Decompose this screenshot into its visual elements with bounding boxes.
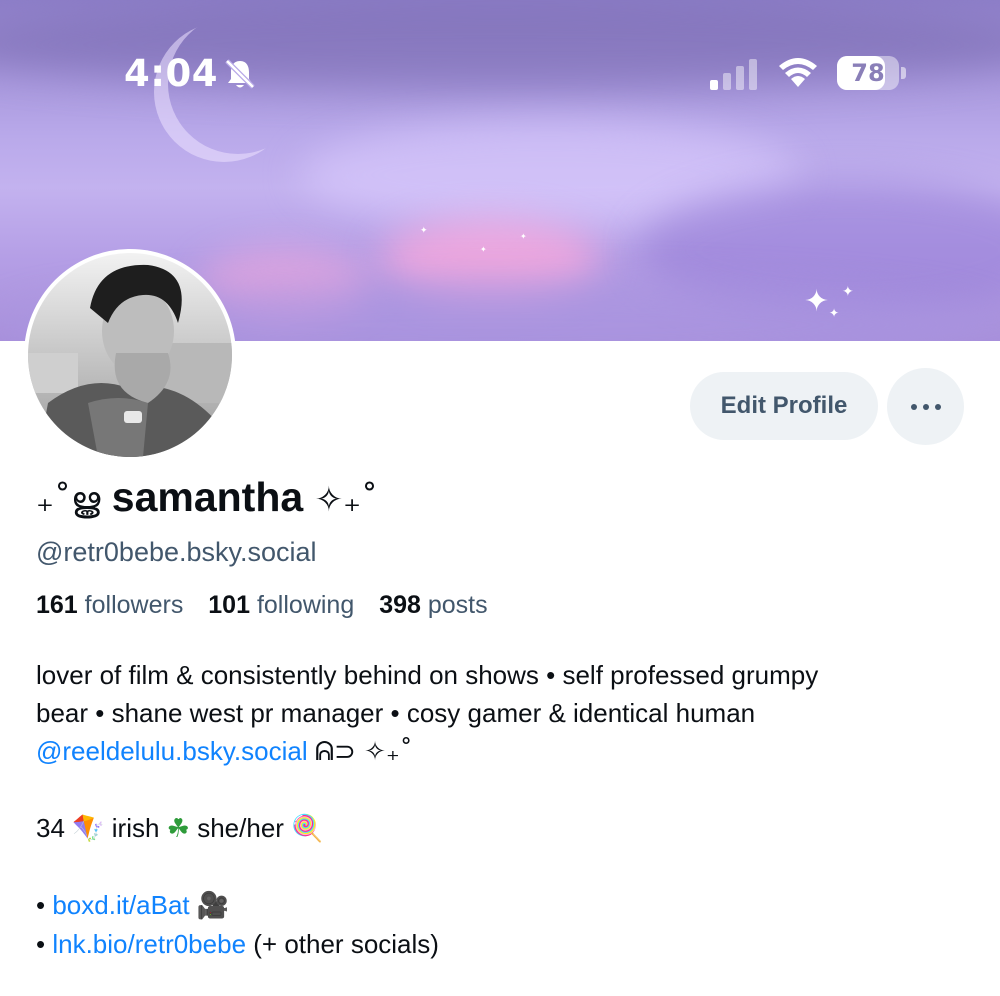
followers-label: followers bbox=[84, 591, 184, 619]
display-name-text: samantha bbox=[111, 474, 304, 520]
display-name-suffix: ✧₊˚ bbox=[314, 480, 379, 520]
display-name-prefix: ₊˚ൠ bbox=[36, 480, 101, 520]
sparkle-icon: ✦ bbox=[804, 284, 830, 319]
bell-slash-icon bbox=[225, 59, 255, 89]
bio-link-line: • lnk.bio/retr0bebe (+ other socials) bbox=[36, 925, 976, 963]
followers-count: 161 bbox=[36, 591, 78, 619]
display-name: ₊˚ൠ samantha ✧₊˚ bbox=[36, 474, 378, 521]
wifi-icon bbox=[779, 58, 817, 87]
bio-mention-line: @reeldelulu.bsky.social ᕱ⊃ ✧₊˚ bbox=[36, 732, 976, 771]
battery-percentage: 78 bbox=[851, 59, 885, 87]
following-count: 101 bbox=[208, 591, 250, 619]
more-options-button[interactable] bbox=[887, 368, 964, 445]
sparkle-icon: ✦ bbox=[829, 306, 840, 320]
bio-line: lover of film & consistently behind on s… bbox=[36, 660, 819, 690]
profile-bio: lover of film & consistently behind on s… bbox=[36, 656, 976, 963]
battery-cap bbox=[901, 67, 906, 79]
posts-label: posts bbox=[427, 591, 488, 619]
bio-info-line: 34 🪁 irish ☘ she/her 🍭 bbox=[36, 809, 976, 848]
edit-profile-button[interactable]: Edit Profile bbox=[690, 372, 878, 440]
sparkle-icon: ✦ bbox=[480, 245, 487, 254]
bio-link-line: • boxd.it/aBat 🎥 bbox=[36, 886, 976, 925]
posts-count: 398 bbox=[379, 591, 421, 619]
avatar[interactable] bbox=[24, 249, 236, 461]
age-text: 34 bbox=[36, 813, 65, 843]
battery-icon: 78 bbox=[837, 56, 899, 90]
kite-icon: 🪁 bbox=[72, 814, 105, 844]
posts-stat: 398 posts bbox=[379, 591, 505, 619]
linkbio-link[interactable]: lnk.bio/retr0bebe bbox=[52, 929, 246, 959]
profile-handle: @retr0bebe.bsky.social bbox=[36, 537, 317, 567]
lollipop-icon: 🍭 bbox=[291, 814, 324, 844]
ellipsis-dot bbox=[922, 403, 929, 410]
mention-link[interactable]: @reeldelulu.bsky.social bbox=[36, 736, 308, 766]
status-time: 4:04 bbox=[124, 52, 219, 95]
bullet: • bbox=[36, 929, 46, 959]
bullet: • bbox=[36, 890, 46, 920]
kaomoji-text: ᕱ⊃ ✧₊˚ bbox=[314, 737, 413, 767]
pronouns-text: she/her bbox=[197, 813, 284, 843]
profile-stats: 161 followers 101 following 398 posts bbox=[36, 591, 506, 620]
following-stat[interactable]: 101 following bbox=[208, 591, 372, 619]
bio-line: bear • shane west pr manager • cosy game… bbox=[36, 698, 756, 728]
sparkle-icon: ✦ bbox=[842, 284, 854, 300]
followers-stat[interactable]: 161 followers bbox=[36, 591, 201, 619]
link-note: (+ other socials) bbox=[253, 929, 439, 959]
sparkle-icon: ✦ bbox=[520, 232, 527, 241]
ellipsis-icon bbox=[910, 403, 917, 410]
ellipsis-dot bbox=[934, 403, 941, 410]
sparkle-icon: ✦ bbox=[420, 226, 428, 236]
shamrock-icon: ☘ bbox=[166, 814, 190, 844]
nationality-text: irish bbox=[111, 813, 160, 843]
avatar-photo bbox=[28, 253, 232, 457]
cellular-signal-icon bbox=[710, 59, 757, 90]
letterboxd-link[interactable]: boxd.it/aBat bbox=[52, 890, 189, 920]
following-label: following bbox=[256, 591, 355, 619]
movie-camera-icon: 🎥 bbox=[196, 891, 230, 921]
